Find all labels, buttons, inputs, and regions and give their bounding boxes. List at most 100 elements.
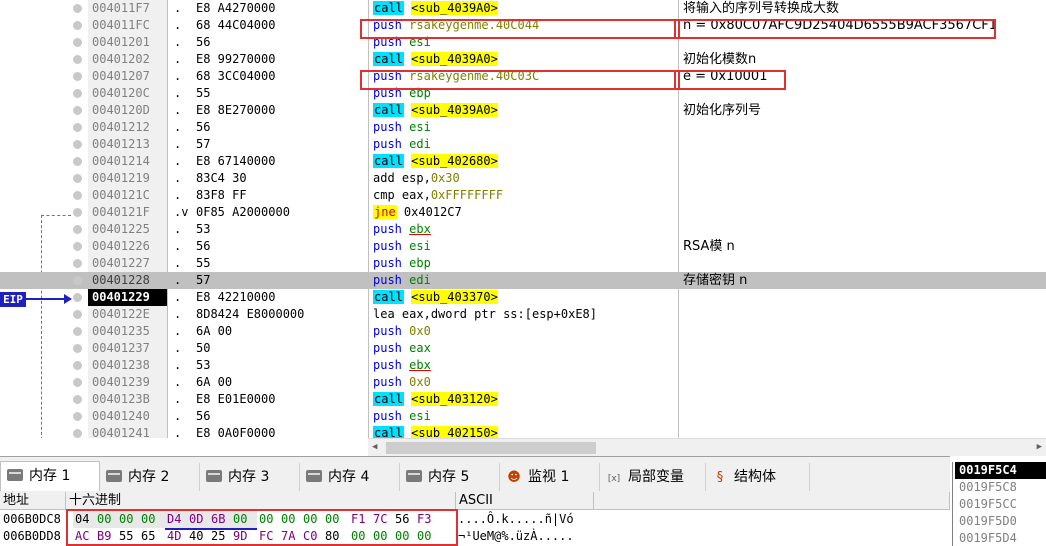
dump-ascii: ....Ô.k.....ñ|Vó bbox=[458, 512, 574, 526]
instruction-mnemonic: call bbox=[373, 154, 404, 168]
tab-7[interactable]: [x] 局部变量 bbox=[600, 463, 706, 491]
instruction-address: 0040122E bbox=[88, 306, 168, 323]
disasm-row[interactable]: 00401226. 56 push esi RSA模 n bbox=[0, 238, 1046, 255]
instruction-bytes: 56 bbox=[196, 120, 211, 134]
disassembly-pane[interactable]: 004011F7. E8 A4270000 call <sub_4039A0> 将输入… bbox=[0, 0, 1046, 438]
breakpoint-dot-icon[interactable] bbox=[73, 208, 82, 217]
breakpoint-dot-icon[interactable] bbox=[73, 225, 82, 234]
instruction-bytes: 6A 00 bbox=[196, 375, 233, 389]
breakpoint-dot-icon[interactable] bbox=[73, 140, 82, 149]
tab-3[interactable]: 内存 3 bbox=[200, 463, 300, 491]
disasm-row[interactable]: 00401202. E8 99270000 call <sub_4039A0> 初始化… bbox=[0, 51, 1046, 68]
breakpoint-dot-icon[interactable] bbox=[73, 378, 82, 387]
breakpoint-dot-icon[interactable] bbox=[73, 361, 82, 370]
instruction-address: 00401226 bbox=[88, 238, 168, 255]
eip-arrowhead-icon bbox=[64, 294, 72, 304]
disasm-row[interactable]: 0040123B. E8 E01E0000 call <sub_403120> bbox=[0, 391, 1046, 408]
tab-1[interactable]: 内存 1 bbox=[0, 461, 100, 491]
breakpoint-dot-icon[interactable] bbox=[73, 157, 82, 166]
dump-header-hex: 十六进制 bbox=[66, 492, 456, 510]
disasm-row[interactable]: 00401241. E8 0A0F0000 call <sub_402150> bbox=[0, 425, 1046, 438]
dump-header-blank bbox=[594, 492, 950, 510]
flow-marker: . bbox=[174, 341, 182, 355]
instruction-bytes: 56 bbox=[196, 409, 211, 423]
breakpoint-dot-icon[interactable] bbox=[73, 38, 82, 47]
breakpoint-dot-icon[interactable] bbox=[73, 174, 82, 183]
instruction-address: 00401214 bbox=[88, 153, 168, 170]
disasm-row[interactable]: 00401240. 56 push esi bbox=[0, 408, 1046, 425]
breakpoint-dot-icon[interactable] bbox=[73, 4, 82, 13]
tab-6[interactable]: ☻ 监视 1 bbox=[500, 463, 600, 491]
instruction-text: call <sub_403120> bbox=[373, 391, 678, 408]
breakpoint-dot-icon[interactable] bbox=[73, 276, 82, 285]
instruction-bytes: 6A 00 bbox=[196, 324, 233, 338]
stack-address[interactable]: 0019F5CC bbox=[955, 496, 1046, 513]
flow-marker: . bbox=[174, 392, 182, 406]
memory-icon bbox=[106, 470, 122, 482]
breakpoint-dot-icon[interactable] bbox=[73, 310, 82, 319]
disasm-row[interactable]: 00401214. E8 67140000 call <sub_402680> bbox=[0, 153, 1046, 170]
stack-pane[interactable]: 0019F5C4 0019F5C8 0019F5CC 0019F5D0 0019F5D4 bbox=[952, 462, 1046, 546]
tab-5[interactable]: 内存 5 bbox=[400, 463, 500, 491]
tab-8[interactable]: § 结构体 bbox=[706, 463, 810, 491]
stack-address[interactable]: 0019F5C4 bbox=[955, 462, 1046, 479]
breakpoint-dot-icon[interactable] bbox=[73, 123, 82, 132]
disasm-row[interactable]: 00401228. 57 push edi 存储密钥 n bbox=[0, 272, 1046, 289]
instruction-operand: <sub_402150> bbox=[411, 426, 498, 438]
instruction-address: 00401229 bbox=[88, 289, 168, 306]
disasm-row[interactable]: 00401227. 55 push ebp bbox=[0, 255, 1046, 272]
breakpoint-dot-icon[interactable] bbox=[73, 21, 82, 30]
instruction-operand: 0x0 bbox=[409, 375, 431, 389]
instruction-bytes: 50 bbox=[196, 341, 211, 355]
breakpoint-dot-icon[interactable] bbox=[73, 344, 82, 353]
horizontal-scrollbar[interactable]: ◀ ▶ bbox=[368, 438, 1046, 456]
disasm-row[interactable]: 00401225. 53 push ebx bbox=[0, 221, 1046, 238]
breakpoint-dot-icon[interactable] bbox=[73, 327, 82, 336]
scroll-left-icon[interactable]: ◀ bbox=[372, 442, 377, 452]
instruction-text: call <sub_4039A0> bbox=[373, 0, 678, 17]
tab-2[interactable]: 内存 2 bbox=[100, 463, 200, 491]
disasm-row[interactable]: 0040121C. 83F8 FF cmp eax,0xFFFFFFFF bbox=[0, 187, 1046, 204]
instruction-text: push 0x0 bbox=[373, 323, 678, 340]
breakpoint-dot-icon[interactable] bbox=[73, 242, 82, 251]
instruction-operand: edi bbox=[409, 137, 431, 151]
disasm-row[interactable]: 00401235. 6A 00 push 0x0 bbox=[0, 323, 1046, 340]
disasm-row[interactable]: 00401229. E8 42210000 call <sub_403370> bbox=[0, 289, 1046, 306]
memory-icon bbox=[206, 470, 222, 482]
stack-address[interactable]: 0019F5D0 bbox=[955, 513, 1046, 530]
instruction-bytes: 53 bbox=[196, 358, 211, 372]
breakpoint-dot-icon[interactable] bbox=[73, 55, 82, 64]
breakpoint-dot-icon[interactable] bbox=[73, 106, 82, 115]
disasm-row[interactable]: 00401213. 57 push edi bbox=[0, 136, 1046, 153]
flow-marker: . bbox=[174, 103, 182, 117]
locals-icon: [x] bbox=[607, 474, 621, 484]
breakpoint-dot-icon[interactable] bbox=[73, 412, 82, 421]
instruction-mnemonic: push bbox=[373, 273, 402, 287]
breakpoint-dot-icon[interactable] bbox=[73, 395, 82, 404]
tab-label: 内存 1 bbox=[29, 468, 71, 484]
disasm-row[interactable]: 00401219. 83C4 30 add esp,0x30 bbox=[0, 170, 1046, 187]
breakpoint-dot-icon[interactable] bbox=[73, 72, 82, 81]
memory-icon bbox=[406, 470, 422, 482]
disasm-row[interactable]: 0040121F .v 0F85 A2000000 jne 0x4012C7 bbox=[0, 204, 1046, 221]
breakpoint-dot-icon[interactable] bbox=[73, 293, 82, 302]
disasm-row[interactable]: 0040120D. E8 8E270000 call <sub_4039A0> 初始化… bbox=[0, 102, 1046, 119]
tab-4[interactable]: 内存 4 bbox=[300, 463, 400, 491]
breakpoint-dot-icon[interactable] bbox=[73, 191, 82, 200]
memory-dump-pane[interactable]: 地址 十六进制 ASCII 006B0DC8 04 00 00 00 D4 0D 6B 00 00… bbox=[0, 492, 950, 546]
stack-address[interactable]: 0019F5C8 bbox=[955, 479, 1046, 496]
disasm-row[interactable]: 00401212. 56 push esi bbox=[0, 119, 1046, 136]
scroll-right-icon[interactable]: ▶ bbox=[1037, 442, 1042, 452]
disasm-row[interactable]: 0040122E. 8D8424 E8000000 lea eax,dword pt… bbox=[0, 306, 1046, 323]
scrollbar-thumb[interactable] bbox=[386, 442, 596, 454]
instruction-address: 0040121C bbox=[88, 187, 168, 204]
disasm-row[interactable]: 004011F7. E8 A4270000 call <sub_4039A0> 将输入… bbox=[0, 0, 1046, 17]
disasm-row[interactable]: 00401239. 6A 00 push 0x0 bbox=[0, 374, 1046, 391]
stack-address[interactable]: 0019F5D4 bbox=[955, 530, 1046, 546]
breakpoint-dot-icon[interactable] bbox=[73, 429, 82, 438]
disasm-row[interactable]: 00401237. 50 push eax bbox=[0, 340, 1046, 357]
breakpoint-dot-icon[interactable] bbox=[73, 89, 82, 98]
disasm-row[interactable]: 00401238. 53 push ebx bbox=[0, 357, 1046, 374]
instruction-bytes: E8 67140000 bbox=[196, 154, 276, 168]
breakpoint-dot-icon[interactable] bbox=[73, 259, 82, 268]
